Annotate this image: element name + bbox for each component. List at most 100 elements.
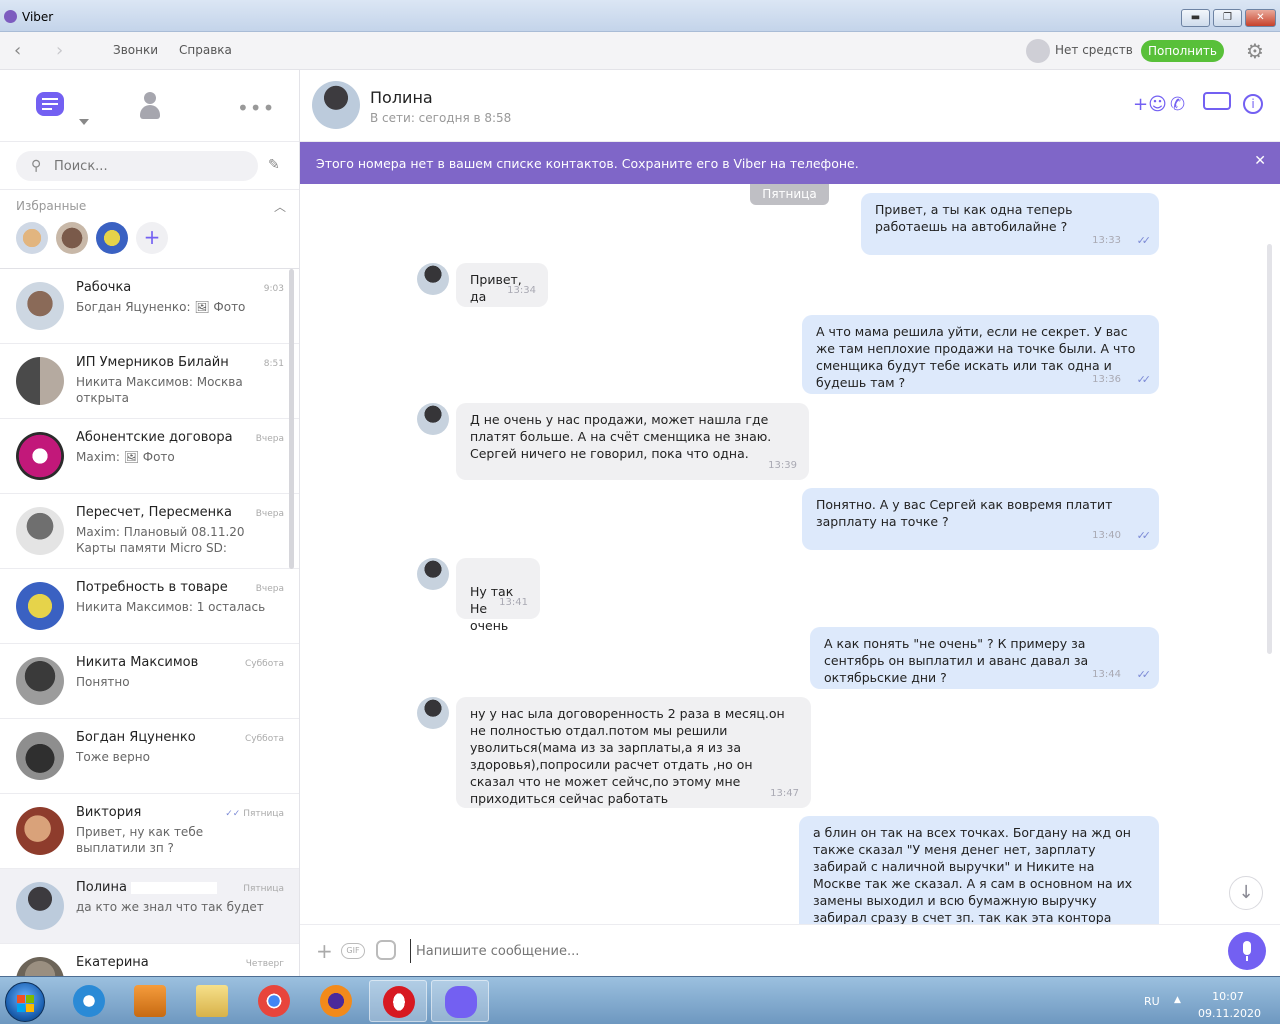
message-time: 13:40 (1092, 530, 1121, 541)
menu-help[interactable]: Справка (179, 43, 232, 57)
chat-name: Полина (76, 880, 218, 895)
outgoing-message[interactable]: А что мама решила уйти, если не секрет. … (802, 315, 1159, 394)
sender-avatar[interactable] (417, 263, 449, 295)
incoming-message[interactable]: Д не очень у нас продажи, может нашла гд… (456, 403, 809, 480)
preview-text: Понятно (76, 675, 130, 689)
gear-icon[interactable]: ⚙ (1246, 39, 1264, 63)
chevron-down-icon[interactable] (79, 119, 89, 125)
search-icon: ⚲ (31, 158, 42, 174)
phone-icon[interactable]: ✆ (1170, 94, 1185, 115)
microphone-icon[interactable] (1228, 932, 1266, 970)
sticker-icon[interactable] (376, 940, 396, 960)
chat-list-item[interactable]: Виктория ✓✓ Пятница Привет, ну как тебе … (0, 794, 299, 869)
add-favorite-button[interactable]: + (136, 222, 168, 254)
gif-icon[interactable]: GIF (341, 943, 365, 959)
tray-expand-icon[interactable]: ▲ (1174, 995, 1181, 1005)
taskbar-viber[interactable] (431, 980, 489, 1022)
preview-text: 🖼 Фото (123, 450, 175, 464)
preview-text: 🖼 Фото (194, 300, 246, 314)
banner-close-icon[interactable]: ✕ (1254, 153, 1266, 169)
incoming-message[interactable]: Ну так Не очень 13:41 (456, 558, 540, 633)
chat-list-item[interactable]: Богдан Яцуненко Суббота Тоже верно (0, 719, 299, 794)
chat-time: Вчера (255, 509, 284, 519)
message-time: 13:33 (1092, 235, 1121, 246)
scroll-down-button[interactable]: ↓ (1229, 876, 1263, 910)
incoming-message[interactable]: ну у нас ыла договоренность 2 раза в мес… (456, 697, 811, 808)
chat-list-item[interactable]: Потребность в товаре Вчера Никита Максим… (0, 569, 299, 644)
favorite-avatar[interactable] (16, 222, 48, 254)
redacted-surname (131, 881, 218, 894)
window-title: Viber (22, 10, 54, 24)
banner-text: Этого номера нет в вашем списке контакто… (316, 156, 859, 171)
add-participant-icon[interactable]: +☺ (1133, 94, 1167, 115)
sender-avatar[interactable] (417, 558, 449, 590)
outgoing-message[interactable]: Привет, а ты как одна теперь работаешь н… (861, 193, 1159, 255)
taskbar-explorer[interactable] (183, 980, 241, 1022)
chat-list-item[interactable]: Екатерина Четверг (0, 944, 299, 976)
chat-preview: да кто же знал что так будет (76, 899, 266, 915)
maximize-button[interactable]: ❐ (1213, 9, 1242, 27)
app-toolbar: ‹ › Звонки Справка Нет средств Пополнить… (0, 32, 1280, 70)
contact-name[interactable]: Полина (370, 88, 433, 107)
chat-time: Вчера (255, 584, 284, 594)
chat-list-item[interactable]: Абонентские договора Вчера Maxim: 🖼 Фото (0, 419, 299, 494)
sender-avatar[interactable] (417, 403, 449, 435)
incoming-message[interactable]: Привет, да 13:34 (456, 263, 548, 307)
sidebar-tabs: ••• (0, 70, 299, 142)
chat-preview: Богдан Яцуненко: 🖼 Фото (76, 299, 266, 315)
taskbar-ie[interactable] (60, 980, 118, 1022)
taskbar-media-player[interactable] (121, 980, 179, 1022)
chevron-up-icon[interactable]: ︿ (274, 198, 286, 215)
topup-button[interactable]: Пополнить (1141, 40, 1224, 62)
attach-plus-icon[interactable]: + (316, 939, 333, 963)
chat-list-item[interactable]: ИП Умерников Билайн 8:51 Никита Максимов… (0, 344, 299, 419)
keyboard-language[interactable]: RU (1144, 995, 1160, 1008)
start-button[interactable] (5, 982, 45, 1022)
preview-sender: Никита Максимов: (76, 375, 193, 389)
contact-avatar[interactable] (312, 81, 360, 129)
clock-time[interactable]: 10:07 (1198, 990, 1258, 1003)
search-input[interactable] (54, 157, 244, 175)
back-icon[interactable]: ‹ (14, 40, 21, 61)
favorite-avatar[interactable] (56, 222, 88, 254)
favorite-avatar[interactable] (96, 222, 128, 254)
chat-preview: Maxim: Плановый 08.11.20 Карты памяти Mi… (76, 524, 266, 556)
viber-icon (445, 986, 477, 1018)
close-button[interactable]: ✕ (1245, 9, 1276, 27)
sidebar-scrollbar[interactable] (289, 269, 294, 569)
outgoing-message[interactable]: Понятно. А у вас Сергей как вовремя плат… (802, 488, 1159, 550)
chats-tab-icon[interactable] (36, 92, 64, 116)
taskbar-firefox[interactable] (307, 980, 365, 1022)
taskbar-opera[interactable] (369, 980, 427, 1022)
message-input[interactable] (410, 939, 1190, 963)
conversation-scrollbar[interactable] (1267, 244, 1272, 654)
chat-list-item[interactable]: Никита Максимов Суббота Понятно (0, 644, 299, 719)
contacts-tab-icon[interactable] (140, 92, 160, 120)
more-tab-icon[interactable]: ••• (237, 96, 275, 120)
folder-icon (196, 985, 228, 1017)
menu-calls[interactable]: Звонки (113, 43, 158, 57)
chat-list-item[interactable]: Рабочка 9:03 Богдан Яцуненко: 🖼 Фото (0, 269, 299, 344)
clock-date[interactable]: 09.11.2020 (1198, 1007, 1261, 1020)
compose-icon[interactable]: ✎ (268, 157, 280, 173)
outgoing-message[interactable]: А как понять "не очень" ? К примеру за с… (810, 627, 1159, 689)
forward-icon[interactable]: › (56, 40, 63, 61)
conversation-pane: Полина В сети: сегодня в 8:58 +☺ ✆ i Это… (300, 70, 1280, 976)
info-icon[interactable]: i (1243, 94, 1263, 114)
sender-avatar[interactable] (417, 697, 449, 729)
taskbar-chrome[interactable] (245, 980, 303, 1022)
video-call-icon[interactable] (1203, 92, 1231, 110)
chat-name-text: Полина (76, 880, 127, 895)
avatar (16, 657, 64, 705)
chat-name: Абонентские договора (76, 430, 233, 445)
avatar (16, 582, 64, 630)
preview-sender: Богдан Яцуненко: (76, 300, 191, 314)
chrome-icon (258, 985, 290, 1017)
chat-time: Четверг (245, 959, 284, 969)
chat-list-item[interactable]: Пересчет, Пересменка Вчера Maxim: Планов… (0, 494, 299, 569)
account-avatar[interactable] (1026, 39, 1050, 63)
chat-time: 9:03 (263, 284, 284, 294)
search-box[interactable]: ⚲ (16, 151, 258, 181)
minimize-button[interactable]: ▬ (1181, 9, 1210, 27)
chat-list-item-active[interactable]: Полина Пятница да кто же знал что так бу… (0, 869, 299, 944)
